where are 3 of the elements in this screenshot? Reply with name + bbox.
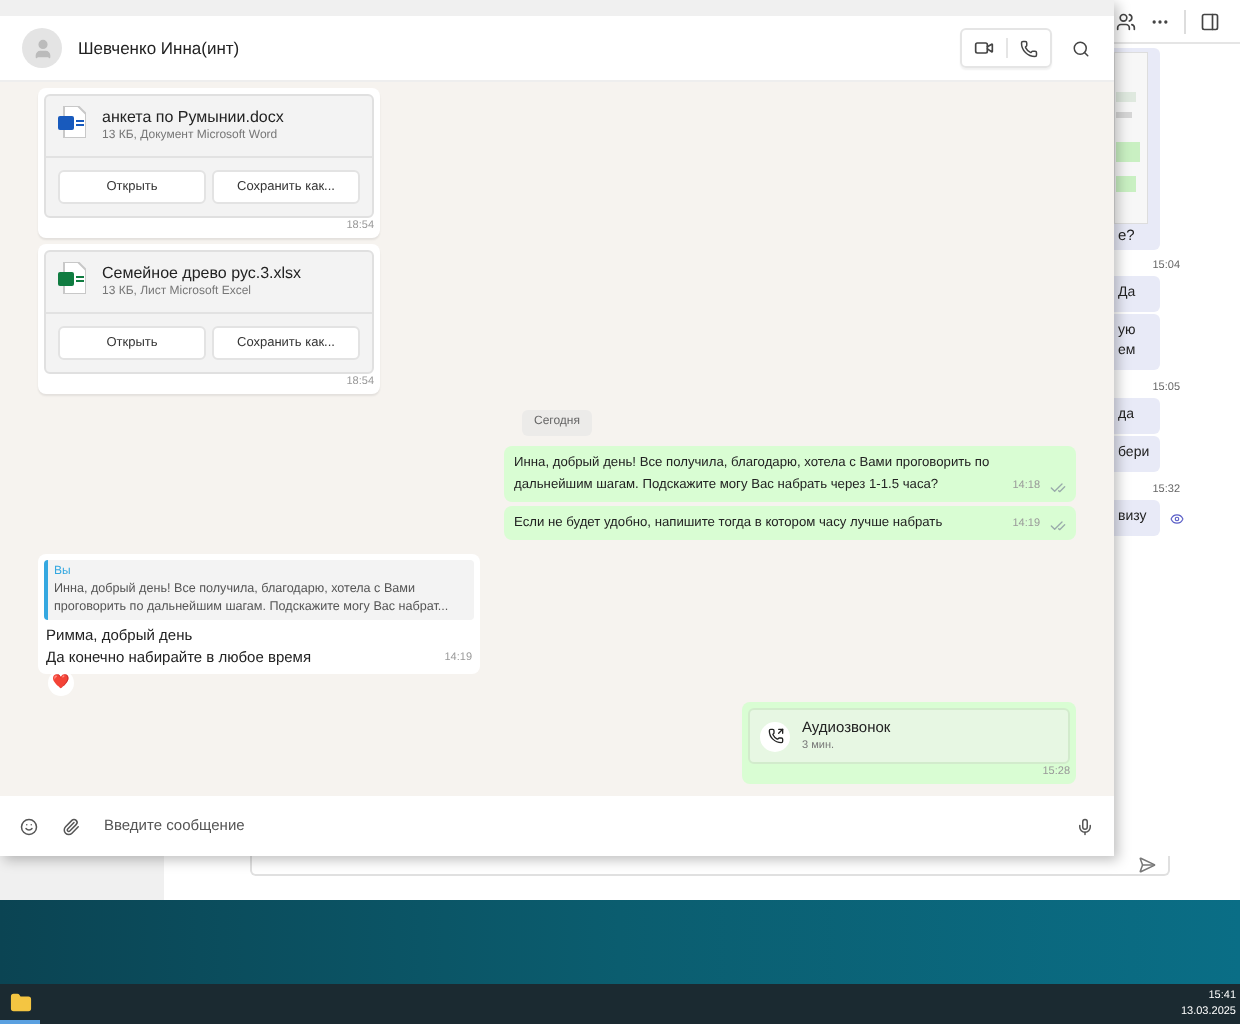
- file-name: анкета по Румынии.docx: [102, 106, 284, 128]
- file-name: Семейное древо рус.3.xlsx: [102, 262, 302, 284]
- contact-name[interactable]: Шевченко Инна(инт): [78, 35, 960, 61]
